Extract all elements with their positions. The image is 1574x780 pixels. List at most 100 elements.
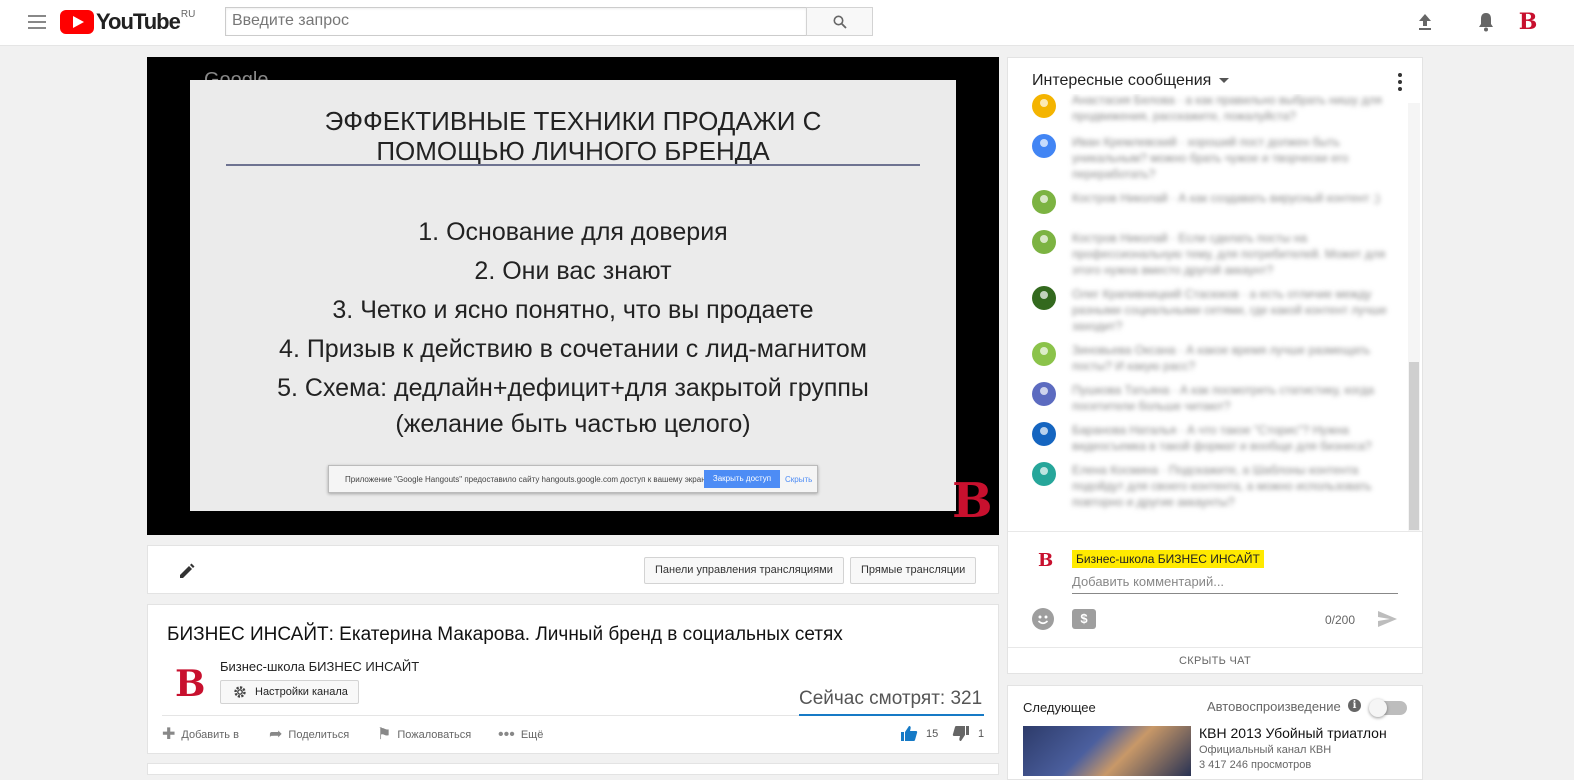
screen-share-notice: Приложение "Google Hangouts" предоставил… (328, 465, 818, 493)
chat-input-area: B Бизнес-школа БИЗНЕС ИНСАЙТ Добавить ко… (1008, 531, 1422, 647)
upload-icon[interactable] (1413, 10, 1437, 34)
chat-scrollbar-thumb[interactable] (1409, 362, 1419, 530)
next-video-channel: Официальный канал КВН (1199, 744, 1332, 756)
chat-mode-dropdown[interactable]: Интересные сообщения (1032, 72, 1230, 90)
owner-bar: Панели управления трансляциями Прямые тр… (147, 545, 999, 594)
presentation-slide: ЭФФЕКТИВНЫЕ ТЕХНИКИ ПРОДАЖИ С ПОМОЩЬЮ ЛИ… (190, 80, 956, 511)
menu-icon[interactable] (28, 15, 46, 29)
author-avatar (1032, 422, 1056, 446)
char-counter: 0/200 (1325, 613, 1356, 627)
message-text: Иван Кремлевский · хороший пост должен б… (1072, 135, 1349, 181)
thumbs-up-icon (901, 726, 918, 741)
dislike-count: 1 (978, 727, 985, 740)
like-count: 15 (926, 727, 939, 740)
more-vert-icon[interactable] (1398, 73, 1402, 94)
next-video-title[interactable]: КВН 2013 Убойный триатлон (1199, 725, 1387, 741)
video-info: БИЗНЕС ИНСАЙТ: Екатерина Макарова. Личны… (147, 604, 999, 754)
up-next-label: Следующее (1023, 700, 1096, 715)
more-dots-icon: ••• (498, 726, 515, 743)
add-to-label: Добавить в (181, 729, 239, 741)
concurrent-viewers: Сейчас смотрят: 321 (799, 688, 983, 709)
channel-settings-button[interactable]: Настройки канала (220, 680, 359, 704)
live-chat: Интересные сообщения Анастасия Белова · … (1007, 57, 1423, 674)
author-name-badge: Бизнес-школа БИЗНЕС ИНСАЙТ (1072, 550, 1264, 568)
message-text: Костров Николай · Если сделать посты на … (1072, 231, 1386, 277)
author-avatar (1032, 190, 1056, 214)
live-streams-button[interactable]: Прямые трансляции (850, 557, 977, 584)
video-player[interactable]: Google ЭФФЕКТИВНЫЕ ТЕХНИКИ ПРОДАЖИ С ПОМ… (147, 57, 999, 535)
message-text: Пушкова Татьяна · А как посмотреть стати… (1072, 383, 1375, 413)
country-code: RU (180, 8, 196, 20)
channel-name[interactable]: Бизнес-школа БИЗНЕС ИНСАЙТ (220, 659, 419, 674)
flag-icon: ⚑ (377, 726, 392, 743)
hide-notice-link[interactable]: Скрыть (785, 475, 812, 484)
description-card (147, 763, 999, 775)
search-input[interactable]: Введите запрос (225, 7, 807, 36)
live-dashboard-button[interactable]: Панели управления трансляциями (644, 557, 844, 584)
info-icon[interactable]: i (1348, 699, 1361, 712)
thumbs-down-icon (952, 726, 969, 741)
emoji-icon[interactable] (1032, 608, 1054, 630)
channel-settings-label: Настройки канала (255, 686, 348, 698)
more-button[interactable]: ••• Ещё (498, 727, 543, 743)
up-next-panel: Следующее Автовоспроизведение i КВН 2013… (1007, 685, 1423, 780)
chat-messages: Анастасия Белова · а как правильно выбра… (1008, 94, 1408, 531)
chat-mode-label: Интересные сообщения (1032, 72, 1212, 89)
like-button[interactable]: 15 (900, 725, 938, 742)
add-to-button[interactable]: ✚ Добавить в (162, 727, 239, 743)
share-label: Поделиться (288, 729, 350, 741)
search-icon (833, 15, 847, 29)
channel-watermark: B (952, 473, 993, 529)
video-title: БИЗНЕС ИНСАЙТ: Екатерина Макарова. Личны… (167, 624, 843, 645)
author-avatar (1032, 230, 1056, 254)
message-text: Анастасия Белова · а как правильно выбра… (1072, 94, 1382, 123)
author-avatar (1032, 462, 1056, 486)
author-avatar (1032, 382, 1056, 406)
author-avatar: B (1038, 550, 1054, 571)
search-button[interactable] (806, 7, 873, 36)
slide-divider (226, 164, 920, 166)
author-avatar (1032, 342, 1056, 366)
autoplay-label: Автовоспроизведение (1207, 699, 1341, 714)
share-arrow-icon: ➦ (269, 726, 283, 743)
slide-item: 1. Основание для доверия (418, 218, 728, 246)
slide-title: ЭФФЕКТИВНЫЕ ТЕХНИКИ ПРОДАЖИ С ПОМОЩЬЮ ЛИ… (324, 106, 822, 166)
slide-list: 1. Основание для доверия 2. Они вас знаю… (190, 213, 956, 440)
slide-item: 5. Схема: дедлайн+дефицит+для закрытой г… (277, 374, 869, 402)
masthead: YouTube RU Введите запрос B (0, 0, 1574, 46)
report-button[interactable]: ⚑ Пожаловаться (377, 727, 471, 743)
video-thumbnail[interactable] (1023, 726, 1191, 776)
channel-avatar[interactable]: B (175, 666, 205, 702)
next-video-views: 3 417 246 просмотров (1199, 759, 1312, 771)
caret-down-icon (1219, 78, 1230, 84)
author-avatar (1032, 94, 1056, 118)
slide-item: 3. Четко и ясно понятно, что вы продаете (332, 296, 814, 324)
more-label: Ещё (520, 729, 544, 741)
dislike-button[interactable]: 1 (952, 725, 984, 742)
hide-chat-button[interactable]: СКРЫТЬ ЧАТ (1008, 647, 1422, 674)
slide-item: 4. Призыв к действию в сочетании с лид-м… (279, 335, 867, 363)
edit-pencil-icon[interactable] (176, 560, 198, 582)
stop-sharing-button[interactable]: Закрыть доступ (704, 470, 780, 488)
author-avatar (1032, 134, 1056, 158)
logo-text: YouTube (96, 9, 181, 34)
gear-icon (234, 686, 246, 698)
super-chat-icon[interactable]: $ (1072, 609, 1096, 629)
share-button[interactable]: ➦ Поделиться (269, 727, 349, 743)
message-text: Зиновьева Оксана · А какое время лучше р… (1072, 343, 1371, 373)
message-text: Костров Николай · А как создавать вирусн… (1072, 191, 1381, 205)
viewers-underline (799, 714, 984, 716)
share-notice-text: Приложение "Google Hangouts" предоставил… (345, 475, 712, 484)
youtube-play-icon (60, 10, 94, 34)
autoplay-toggle[interactable] (1369, 699, 1407, 717)
send-icon[interactable] (1376, 608, 1398, 630)
notifications-icon[interactable] (1474, 10, 1498, 34)
message-text: Елена Космина · Подскажите, а Шаблоны ко… (1072, 463, 1372, 509)
report-label: Пожаловаться (397, 729, 472, 741)
message-text: Олег Крапивницкий Стасюков · а есть отли… (1072, 287, 1387, 333)
youtube-logo[interactable]: YouTube RU (60, 9, 195, 35)
chat-message-input[interactable]: Добавить комментарий... (1072, 574, 1398, 594)
slide-item: 2. Они вас знают (474, 257, 672, 285)
account-avatar[interactable]: B (1516, 9, 1540, 35)
message-text: Баранова Наталья · А что такое "Сторис"?… (1072, 423, 1372, 453)
